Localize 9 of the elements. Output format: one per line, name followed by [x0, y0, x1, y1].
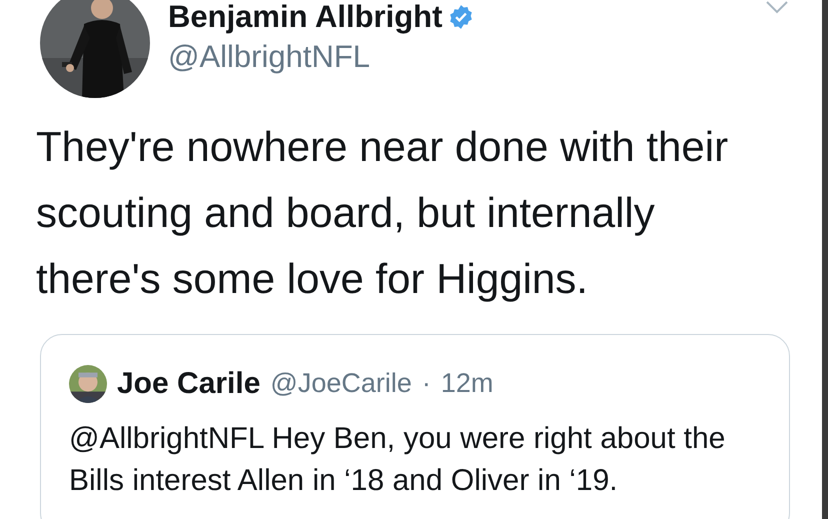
- quoted-tweet-card[interactable]: Joe Carile @JoeCarile · 12m @AllbrightNFL Hey Ben, you were right about the Bills interest Allen in ‘18 and Oliver in ‘19.: [40, 334, 790, 519]
- quoted-author-name: Joe Carile: [117, 366, 260, 402]
- quoted-author-handle: @JoeCarile: [270, 367, 412, 400]
- quoted-time: 12m: [440, 367, 494, 400]
- quoted-tweet-text: @AllbrightNFL Hey Ben, you were right about the Bills interest Allen in ‘18 and Oliver in ‘19.: [69, 421, 726, 499]
- separator-dot: ·: [422, 367, 431, 400]
- tweet-text: They're nowhere near done with their scouting and board, but internally there's some love for Higgins.: [36, 122, 730, 304]
- author-name: Benjamin Allbright: [168, 0, 442, 34]
- author-handle: @AllbrightNFL: [168, 40, 372, 74]
